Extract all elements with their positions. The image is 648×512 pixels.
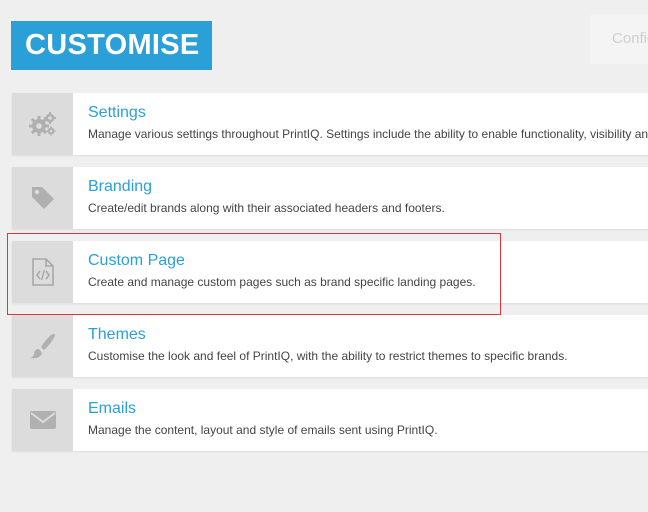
menu-item-branding[interactable]: Branding Create/edit brands along with t… (12, 167, 648, 229)
code-file-icon (12, 241, 73, 303)
menu-item-description: Manage various settings throughout Print… (88, 127, 648, 141)
menu-item-settings[interactable]: Settings Manage various settings through… (12, 93, 648, 155)
config-button[interactable]: Config (590, 14, 648, 64)
page-title: CUSTOMISE (11, 21, 212, 70)
menu-item-title: Settings (88, 104, 146, 121)
menu-item-title: Custom Page (88, 252, 185, 269)
menu-item-custom-page[interactable]: Custom Page Create and manage custom pag… (12, 241, 648, 303)
paintbrush-icon (12, 315, 73, 377)
menu-item-description: Manage the content, layout and style of … (88, 423, 438, 437)
envelope-icon (12, 389, 73, 451)
menu-item-themes[interactable]: Themes Customise the look and feel of Pr… (12, 315, 648, 377)
menu-item-description: Create/edit brands along with their asso… (88, 201, 445, 215)
menu-item-title: Emails (88, 400, 137, 417)
menu-item-description: Customise the look and feel of PrintIQ, … (88, 349, 568, 363)
menu-item-title: Branding (88, 178, 153, 195)
customise-menu: Settings Manage various settings through… (12, 93, 648, 463)
menu-item-description: Create and manage custom pages such as b… (88, 275, 476, 289)
gears-icon (12, 93, 73, 155)
menu-item-title: Themes (88, 326, 146, 343)
tag-icon (12, 167, 73, 229)
menu-item-emails[interactable]: Emails Manage the content, layout and st… (12, 389, 648, 451)
